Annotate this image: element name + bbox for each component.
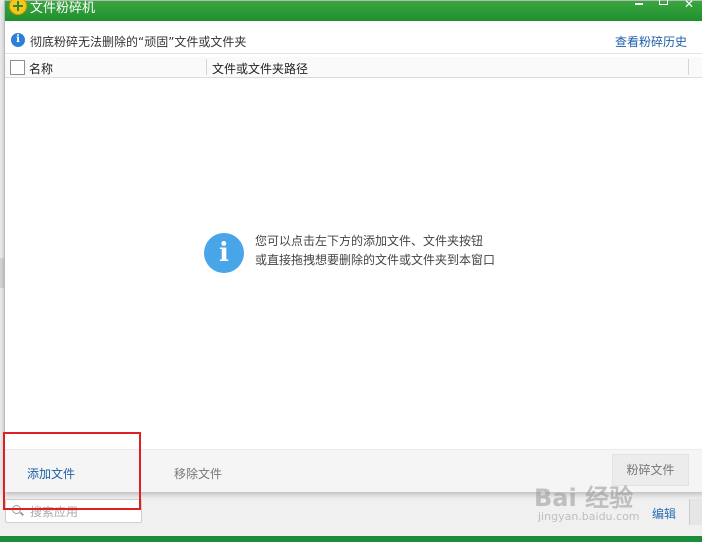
file-shredder-window: 文件粉碎机 ✕ i 彻底粉碎无法删除的“顽固”文件或文件夹 查看粉碎历史 名称 …: [4, 0, 702, 492]
minimize-button[interactable]: [629, 0, 649, 11]
title-bar[interactable]: 文件粉碎机 ✕: [5, 0, 702, 21]
info-large-icon: i: [204, 233, 244, 273]
app-logo-icon: [9, 0, 27, 15]
remove-file-button[interactable]: 移除文件: [174, 465, 222, 482]
select-all-checkbox[interactable]: [10, 60, 25, 75]
column-divider[interactable]: [206, 59, 207, 75]
column-divider[interactable]: [688, 59, 689, 75]
info-text: 彻底粉碎无法删除的“顽固”文件或文件夹: [30, 35, 247, 49]
watermark-url: jingyan.baidu.com: [538, 510, 640, 523]
empty-hint-line2: 或直接拖拽想要删除的文件或文件夹到本窗口: [255, 253, 496, 267]
empty-hint-line1: 您可以点击左下方的添加文件、文件夹按钮: [255, 234, 484, 248]
info-icon: i: [11, 33, 25, 47]
watermark-logo: Bai 经验: [534, 484, 634, 512]
annotation-highlight-box: [3, 432, 141, 510]
watermark: Bai 经验 jingyan.baidu.com: [534, 478, 702, 528]
maximize-button[interactable]: [653, 0, 673, 11]
table-header: 名称 文件或文件夹路径: [5, 57, 702, 78]
column-path-header[interactable]: 文件或文件夹路径: [212, 60, 308, 77]
background-taskbar-edge: [0, 536, 702, 542]
window-title: 文件粉碎机: [30, 1, 96, 16]
column-name-header[interactable]: 名称: [29, 60, 53, 77]
info-bar: i 彻底粉碎无法删除的“顽固”文件或文件夹 查看粉碎历史: [5, 29, 702, 54]
view-history-link[interactable]: 查看粉碎历史: [615, 33, 687, 50]
close-button[interactable]: ✕: [679, 0, 699, 11]
